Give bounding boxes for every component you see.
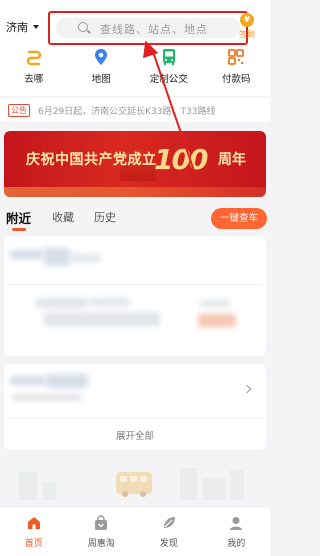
building — [230, 470, 244, 500]
one-click-query-button[interactable]: 一键查车 — [211, 208, 267, 229]
blurred-badge — [198, 314, 236, 327]
shopping-bag-icon — [95, 515, 108, 530]
blurred-text — [90, 298, 130, 306]
city-selector[interactable]: 济南 — [6, 19, 39, 35]
home-icon — [27, 517, 40, 529]
blurred-text — [200, 300, 230, 307]
expand-all-button[interactable]: 展开全部 — [4, 428, 266, 442]
bus-window — [140, 476, 147, 482]
search-icon — [78, 22, 88, 32]
tab-history[interactable]: 历史 — [94, 209, 116, 225]
blurred-text — [44, 312, 160, 326]
blurred-text — [36, 298, 88, 308]
tabbar-mine[interactable]: 我的 — [203, 507, 271, 556]
tab-indicator — [12, 228, 26, 231]
blurred-text — [10, 250, 44, 259]
blurred-text — [70, 254, 100, 262]
bus-illustration — [116, 472, 152, 497]
tabbar-home[interactable]: 首页 — [0, 507, 68, 556]
bus-wheel — [122, 491, 128, 497]
city-label: 济南 — [6, 21, 28, 34]
quick-action-label: 地图 — [91, 74, 111, 85]
promo-banner[interactable]: 庆祝中国共产党成立 100 周年 — [4, 131, 266, 197]
card-divider — [8, 284, 262, 285]
quick-action-go[interactable]: 去哪 — [0, 48, 68, 92]
chevron-down-icon — [33, 25, 39, 29]
blurred-text — [10, 376, 46, 385]
building — [18, 472, 38, 500]
route-card[interactable]: 展开全部 — [4, 364, 266, 450]
tabbar-label: 周惠淘 — [87, 539, 115, 549]
banner-number: 100 — [154, 143, 208, 176]
quick-action-label: 定制公交 — [149, 74, 188, 85]
search-placeholder: 查线路、站点、地点 — [100, 23, 208, 36]
card-divider — [8, 418, 262, 419]
map-pin-icon — [95, 49, 108, 65]
blurred-text — [12, 394, 82, 401]
bottom-tab-bar: 首页 周惠淘 发现 我的 — [0, 506, 270, 556]
search-input[interactable]: 查线路、站点、地点 — [56, 18, 240, 38]
tab-favorites[interactable]: 收藏 — [52, 209, 74, 225]
tabbar-deals[interactable]: 周惠淘 — [68, 507, 136, 556]
qr-code-icon — [228, 49, 245, 65]
coin-icon: ¥ — [240, 13, 254, 27]
blurred-text — [46, 374, 88, 388]
signin-label: 签到 — [239, 30, 255, 39]
quick-action-pay-code[interactable]: 付款码 — [203, 48, 271, 92]
bus-icon — [162, 49, 175, 65]
nearby-tabs: 附近 收藏 历史 一键查车 — [0, 205, 270, 231]
quick-actions: 去哪 地图 定制公交 付款码 — [0, 48, 270, 92]
route-icon — [26, 50, 41, 66]
banner-title: 庆祝中国共产党成立 — [26, 152, 157, 168]
quick-action-label: 去哪 — [24, 74, 44, 85]
bus-window — [130, 476, 137, 482]
tabbar-label: 首页 — [24, 539, 43, 549]
blurred-text — [44, 248, 70, 266]
building — [202, 478, 226, 500]
building — [180, 468, 198, 500]
notice-bar[interactable]: 公告 6月29日起，济南公交延长K33路、T33路线 — [0, 98, 270, 122]
banner-decoration — [4, 187, 266, 197]
notice-text: 6月29日起，济南公交延长K33路、T33路线 — [38, 106, 216, 117]
building — [42, 482, 56, 500]
nearby-card[interactable] — [4, 236, 266, 356]
banner-suffix: 周年 — [218, 152, 246, 168]
leaf-icon — [163, 517, 175, 528]
chevron-right-icon[interactable] — [242, 384, 252, 394]
bus-wheel — [140, 491, 146, 497]
quick-action-label: 付款码 — [221, 74, 251, 85]
tab-nearby[interactable]: 附近 — [6, 208, 31, 227]
tabbar-label: 我的 — [227, 539, 246, 549]
bus-window — [120, 476, 127, 482]
quick-action-map[interactable]: 地图 — [68, 48, 136, 92]
tabbar-label: 发现 — [159, 539, 178, 549]
notice-tag: 公告 — [8, 103, 30, 117]
tabbar-discover[interactable]: 发现 — [135, 507, 203, 556]
signin-button[interactable]: ¥ 签到 — [236, 13, 258, 40]
user-icon — [230, 517, 243, 530]
